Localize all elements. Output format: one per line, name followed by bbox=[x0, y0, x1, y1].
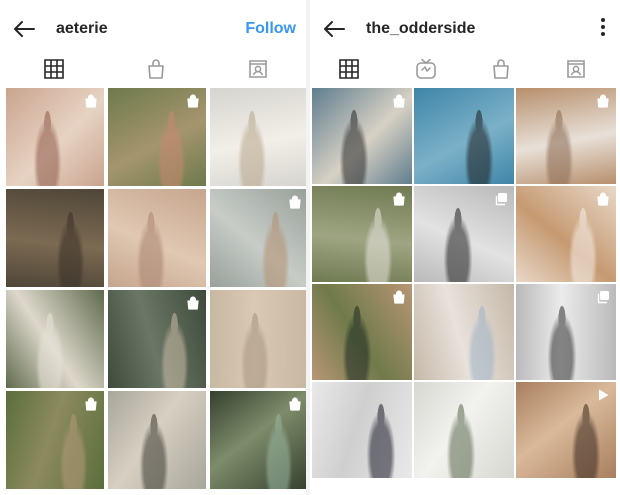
back-arrow-icon[interactable] bbox=[322, 17, 346, 41]
profile-tabs bbox=[310, 54, 620, 88]
post-thumbnail[interactable] bbox=[312, 186, 412, 282]
shopping-bag-icon bbox=[392, 290, 406, 304]
post-thumbnail[interactable] bbox=[210, 189, 308, 287]
post-thumbnail[interactable] bbox=[108, 391, 206, 489]
photo-subject bbox=[361, 207, 395, 282]
photo-subject bbox=[134, 210, 168, 287]
photo-subject bbox=[545, 305, 579, 380]
shopping-bag-icon bbox=[84, 397, 98, 411]
photo-subject bbox=[569, 403, 603, 478]
grid-icon[interactable] bbox=[39, 54, 69, 84]
post-thumbnail[interactable] bbox=[210, 391, 308, 489]
post-thumbnail[interactable] bbox=[414, 382, 514, 478]
post-thumbnail[interactable] bbox=[312, 88, 412, 184]
photo-subject bbox=[340, 305, 374, 380]
photo-subject bbox=[462, 109, 496, 184]
grid-icon[interactable] bbox=[334, 54, 364, 84]
photo-subject bbox=[238, 311, 272, 388]
photo-subject bbox=[157, 311, 192, 388]
photo-subject bbox=[56, 412, 91, 489]
post-thumbnail[interactable] bbox=[516, 88, 616, 184]
photo-subject bbox=[566, 207, 600, 282]
tagged-icon[interactable] bbox=[243, 54, 273, 84]
shopping-bag-icon bbox=[596, 192, 610, 206]
photo-subject bbox=[542, 109, 576, 184]
profile-username: aeterie bbox=[56, 20, 108, 37]
shopping-bag-icon bbox=[288, 195, 302, 209]
more-options-icon[interactable] bbox=[600, 18, 606, 38]
shopping-bag-icon[interactable] bbox=[486, 54, 516, 84]
post-thumbnail[interactable] bbox=[6, 189, 104, 287]
post-thumbnail[interactable] bbox=[210, 88, 308, 186]
post-thumbnail[interactable] bbox=[414, 284, 514, 380]
post-thumbnail[interactable] bbox=[210, 290, 308, 388]
post-thumbnail[interactable] bbox=[108, 290, 206, 388]
profile-username: the_odderside bbox=[366, 20, 476, 37]
copy-icon bbox=[494, 192, 508, 206]
photo-subject bbox=[30, 109, 64, 186]
post-thumbnail[interactable] bbox=[516, 186, 616, 282]
igtv-icon[interactable] bbox=[411, 54, 441, 84]
post-thumbnail[interactable] bbox=[6, 290, 104, 388]
photo-subject bbox=[33, 311, 67, 388]
photo-subject bbox=[261, 412, 296, 489]
photo-subject bbox=[259, 210, 293, 287]
shopping-bag-icon[interactable] bbox=[141, 54, 171, 84]
photo-subject bbox=[465, 305, 499, 380]
copy-icon bbox=[596, 290, 610, 304]
follow-button[interactable]: Follow bbox=[245, 19, 296, 39]
play-icon bbox=[596, 388, 610, 402]
profile-tabs bbox=[0, 54, 306, 88]
photo-subject bbox=[54, 210, 88, 287]
shopping-bag-icon bbox=[596, 94, 610, 108]
post-thumbnail[interactable] bbox=[312, 382, 412, 478]
shopping-bag-icon bbox=[288, 397, 302, 411]
photo-subject bbox=[441, 207, 475, 282]
post-thumbnail[interactable] bbox=[516, 284, 616, 380]
shopping-bag-icon bbox=[186, 296, 200, 310]
photo-subject bbox=[364, 403, 398, 478]
photo-subject bbox=[235, 109, 269, 186]
tagged-icon[interactable] bbox=[561, 54, 591, 84]
profile-header: the_odderside bbox=[310, 0, 620, 56]
right-profile-panel: the_odderside bbox=[310, 0, 620, 495]
post-thumbnail[interactable] bbox=[414, 186, 514, 282]
back-arrow-icon[interactable] bbox=[12, 17, 36, 41]
post-thumbnail[interactable] bbox=[414, 88, 514, 184]
post-thumbnail[interactable] bbox=[108, 189, 206, 287]
shopping-bag-icon bbox=[392, 192, 406, 206]
shopping-bag-icon bbox=[392, 94, 406, 108]
shopping-bag-icon bbox=[186, 94, 200, 108]
post-thumbnail[interactable] bbox=[6, 88, 104, 186]
left-profile-panel: aeterie Follow bbox=[0, 0, 308, 495]
post-thumbnail[interactable] bbox=[6, 391, 104, 489]
profile-header: aeterie Follow bbox=[0, 0, 306, 56]
post-thumbnail[interactable] bbox=[312, 284, 412, 380]
post-thumbnail[interactable] bbox=[108, 88, 206, 186]
photo-subject bbox=[337, 109, 371, 184]
shopping-bag-icon bbox=[84, 94, 98, 108]
photo-subject bbox=[155, 109, 189, 186]
photo-subject bbox=[444, 403, 478, 478]
post-thumbnail[interactable] bbox=[516, 382, 616, 478]
photo-subject bbox=[137, 412, 171, 489]
